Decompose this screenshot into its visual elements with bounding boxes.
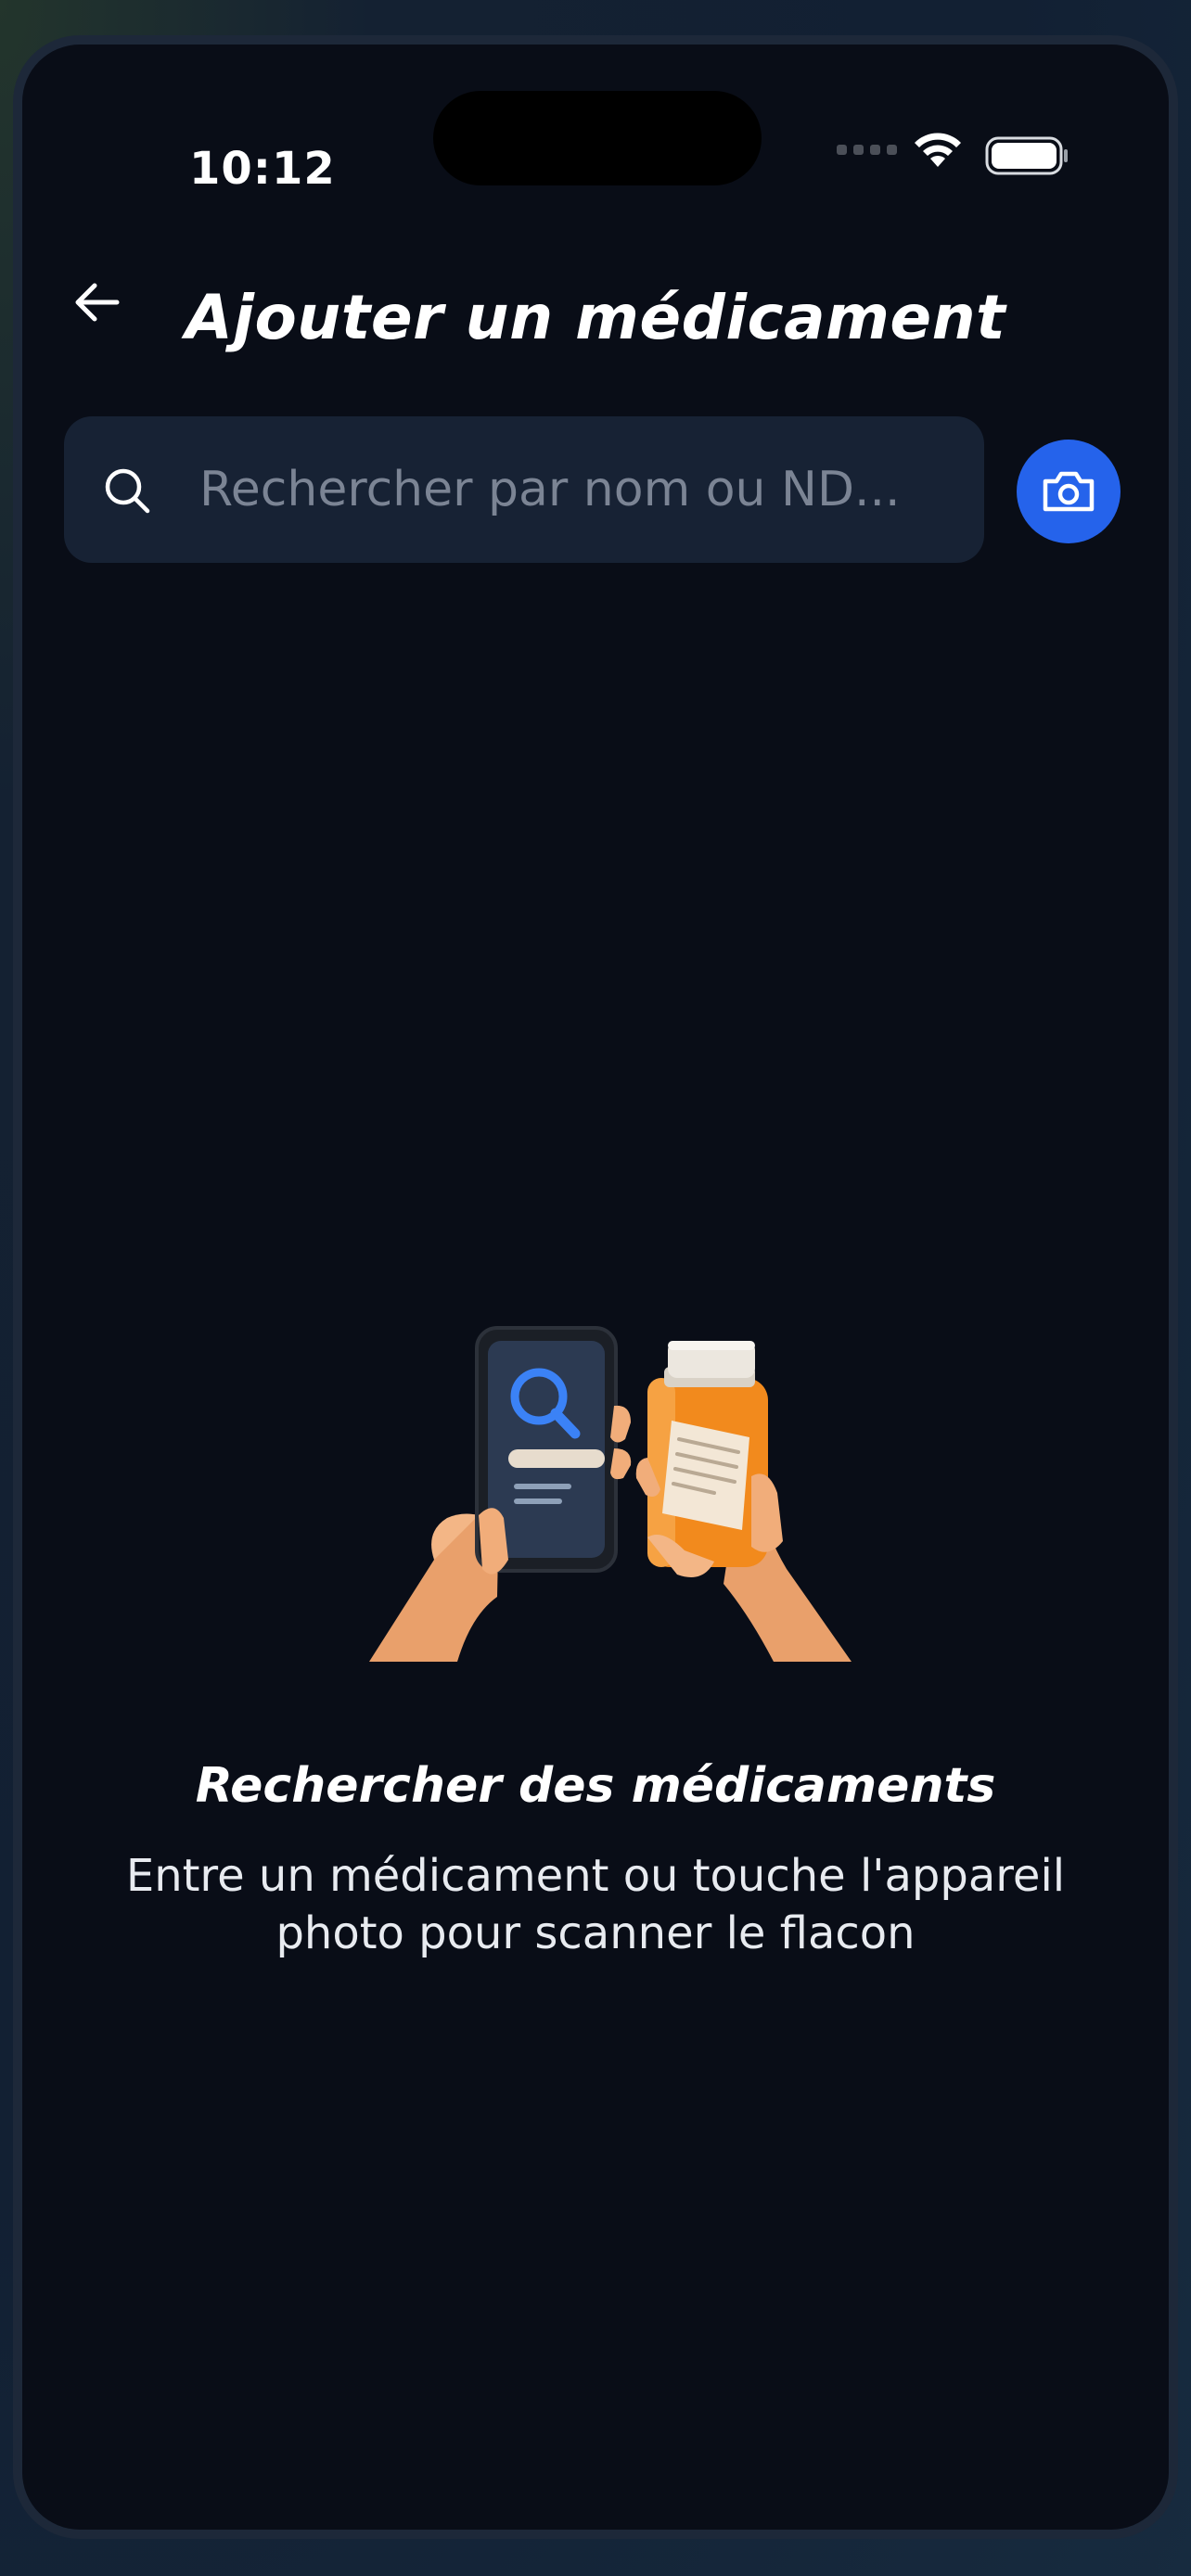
device-frame: 10:12 Ajouter un médicament Rechercher p… bbox=[13, 35, 1178, 2539]
hands-phone-pill-bottle-illustration bbox=[369, 1326, 852, 1662]
back-button[interactable] bbox=[59, 265, 134, 339]
search-icon bbox=[105, 468, 150, 514]
camera-icon bbox=[1043, 471, 1095, 512]
search-input[interactable] bbox=[199, 453, 941, 526]
cellular-signal-icon bbox=[837, 145, 897, 155]
empty-state-subtitle-line-1: Entre un médicament ou touche l'appareil bbox=[125, 1850, 1066, 1902]
wifi-icon bbox=[915, 133, 961, 167]
empty-state-subtitle: Entre un médicament ou touche l'appareil… bbox=[115, 1847, 1076, 1962]
page-title: Ajouter un médicament bbox=[185, 282, 1006, 353]
dynamic-island bbox=[433, 91, 762, 185]
status-time: 10:12 bbox=[189, 143, 336, 195]
camera-scan-button[interactable] bbox=[1017, 440, 1121, 543]
battery-icon bbox=[985, 136, 1068, 175]
arrow-left-icon bbox=[75, 283, 120, 322]
empty-state-subtitle-line-2: photo pour scanner le flacon bbox=[275, 1907, 916, 1959]
search-bar[interactable] bbox=[64, 416, 984, 563]
app-screen: 10:12 Ajouter un médicament Rechercher p… bbox=[22, 45, 1169, 2530]
empty-state-title: Rechercher des médicaments bbox=[195, 1758, 996, 1814]
